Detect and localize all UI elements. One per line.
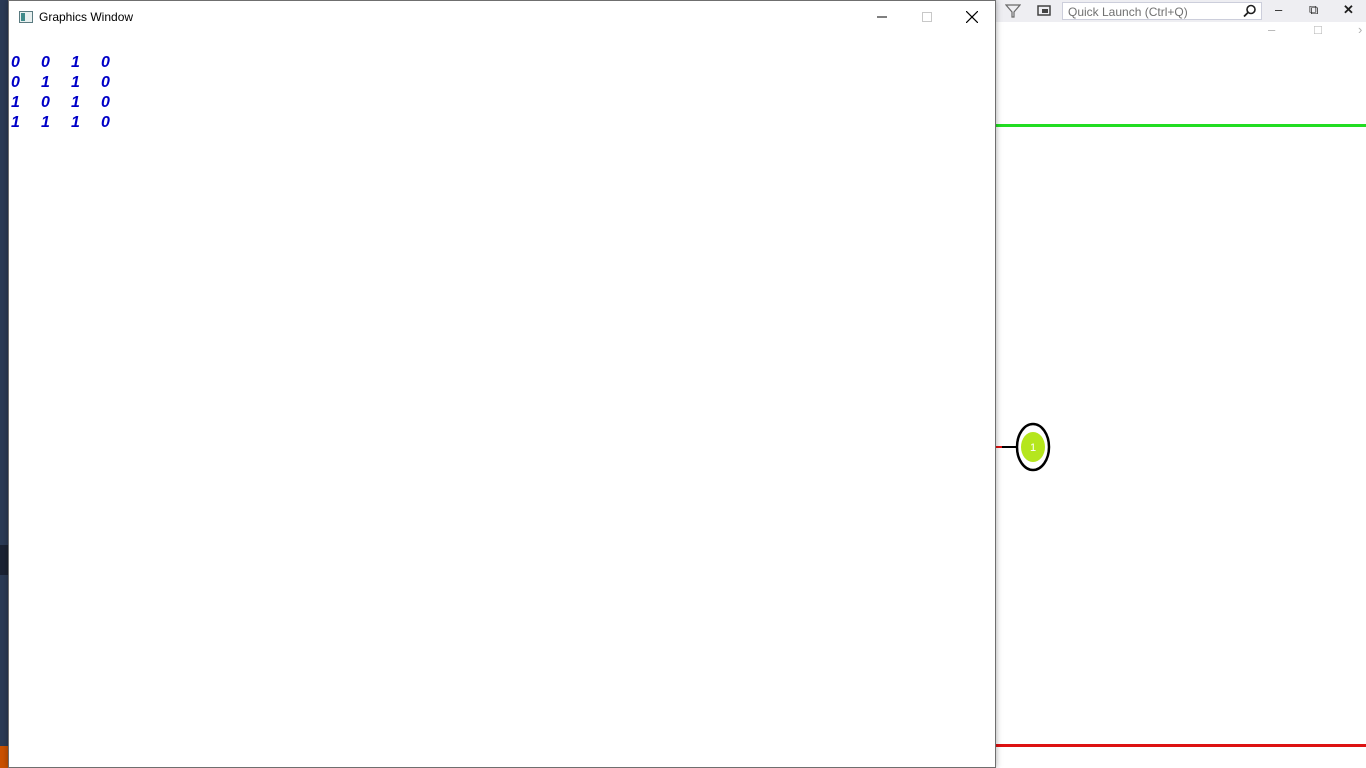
ide-restore-icon[interactable]: ⧉ — [1309, 2, 1318, 18]
inner-minimize-icon[interactable]: – — [1268, 22, 1275, 38]
quick-launch-placeholder: Quick Launch (Ctrl+Q) — [1068, 5, 1188, 19]
matrix-cell: 0 — [101, 114, 110, 131]
matrix-cell: 0 — [41, 94, 50, 111]
matrix-cell: 1 — [11, 114, 20, 131]
app-icon — [19, 11, 33, 23]
inner-maximize-icon[interactable]: □ — [1314, 22, 1322, 38]
background-app-window — [996, 0, 1366, 768]
matrix-cell: 0 — [101, 94, 110, 111]
ide-minimize-icon[interactable]: – — [1275, 2, 1282, 18]
connection-icon[interactable] — [1036, 3, 1054, 19]
graph-node: 1 — [996, 422, 1051, 472]
matrix-cell: 1 — [71, 54, 80, 71]
matrix-cell: 1 — [41, 114, 50, 131]
matrix-cell: 1 — [71, 114, 80, 131]
close-icon — [966, 10, 978, 23]
matrix-cell: 1 — [71, 94, 80, 111]
graphics-window[interactable]: Graphics Window 0 0 1 0 0 1 1 0 1 0 1 0 … — [8, 0, 996, 768]
graph-node-label: 1 — [1030, 442, 1036, 454]
matrix-cell: 1 — [11, 94, 20, 111]
matrix-cell: 0 — [101, 74, 110, 91]
quick-launch-input[interactable]: Quick Launch (Ctrl+Q) — [1062, 2, 1262, 20]
maximize-icon — [922, 11, 932, 22]
search-icon[interactable] — [1243, 4, 1257, 18]
matrix-cell: 0 — [101, 54, 110, 71]
graph-top-edge-line — [996, 124, 1366, 127]
graph-bottom-edge-line — [996, 744, 1366, 747]
matrix-cell: 0 — [11, 54, 20, 71]
title-bar[interactable]: Graphics Window — [9, 1, 995, 32]
matrix-cell: 1 — [41, 74, 50, 91]
ide-close-icon[interactable]: ✕ — [1343, 2, 1354, 18]
matrix-cell: 0 — [11, 74, 20, 91]
maximize-button[interactable] — [904, 1, 950, 32]
matrix-cell: 0 — [41, 54, 50, 71]
matrix-cell: 1 — [71, 74, 80, 91]
window-title: Graphics Window — [39, 10, 134, 24]
minimize-icon — [877, 16, 887, 17]
minimize-button[interactable] — [859, 1, 905, 32]
filter-icon[interactable] — [1005, 4, 1021, 18]
inner-close-icon[interactable]: › — [1358, 22, 1362, 38]
close-button[interactable] — [949, 1, 995, 32]
